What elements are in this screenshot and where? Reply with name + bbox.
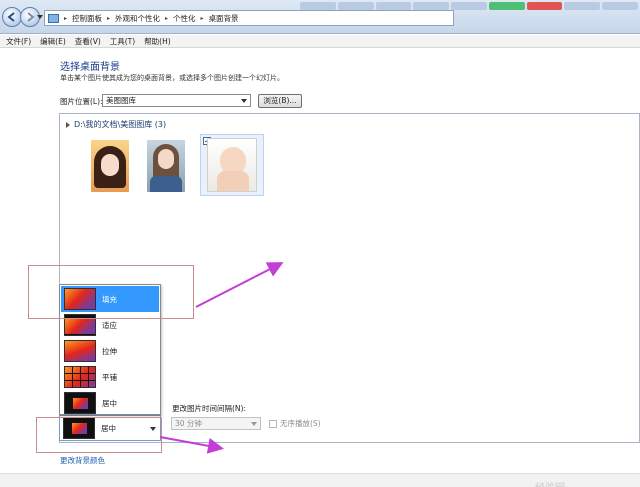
- menu-view[interactable]: 查看(V): [75, 36, 101, 47]
- arrow-left-icon: [7, 12, 15, 22]
- position-option-tile[interactable]: 平铺: [61, 364, 159, 390]
- browser-tab[interactable]: [602, 2, 639, 10]
- chevron-right-icon: ▸: [107, 14, 111, 22]
- thumbnail-photo-baby[interactable]: ✓: [200, 134, 264, 196]
- menu-bar: 文件(F) 编辑(E) 查看(V) 工具(T) 帮助(H): [0, 35, 640, 48]
- change-interval-value: 30 分钟: [175, 419, 202, 428]
- browser-tab[interactable]: [564, 2, 601, 10]
- browser-tab[interactable]: [300, 2, 336, 10]
- change-interval-label: 更改图片时间间隔(N):: [172, 404, 246, 413]
- option-label: 居中: [102, 398, 117, 408]
- folder-group-header[interactable]: D:\我的文档\美图图库 (3): [66, 119, 166, 130]
- arrow-right-icon: [27, 12, 35, 22]
- change-background-color-link[interactable]: 更改背景颜色: [60, 455, 105, 466]
- position-option-center[interactable]: 居中: [61, 390, 159, 416]
- address-bar: ▸ 控制面板 ▸ 外观和个性化 ▸ 个性化 ▸ 桌面背景: [0, 0, 640, 34]
- browse-button[interactable]: 浏览(B)...: [258, 94, 302, 108]
- chevron-down-icon: [251, 422, 257, 426]
- photo-image: [207, 138, 257, 192]
- breadcrumb-item[interactable]: 个性化: [173, 13, 196, 24]
- position-option-stretch[interactable]: 拉伸: [61, 338, 159, 364]
- photo-image: [91, 140, 129, 192]
- taskbar-tabs: [300, 2, 639, 10]
- menu-help[interactable]: 帮助(H): [144, 36, 171, 47]
- control-panel-icon: [48, 13, 59, 23]
- picture-location-select[interactable]: 美图图库: [102, 94, 251, 107]
- browser-tab[interactable]: [488, 2, 525, 10]
- breadcrumb[interactable]: ▸ 控制面板 ▸ 外观和个性化 ▸ 个性化 ▸ 桌面背景: [44, 10, 454, 26]
- browser-tab[interactable]: [337, 2, 374, 10]
- menu-tools[interactable]: 工具(T): [110, 36, 135, 47]
- change-interval-select[interactable]: 30 分钟: [171, 417, 261, 430]
- chevron-right-icon: ▸: [64, 14, 68, 22]
- menu-edit[interactable]: 编辑(E): [40, 36, 66, 47]
- position-stretch-icon: [64, 340, 96, 362]
- watermark: 经验网: [535, 479, 565, 487]
- breadcrumb-item[interactable]: 桌面背景: [209, 13, 239, 24]
- browser-tab[interactable]: [375, 2, 412, 10]
- shuffle-label: 无序播放(S): [280, 419, 321, 428]
- option-label: 拉伸: [102, 346, 117, 356]
- chevron-right-icon: ▸: [165, 14, 169, 22]
- thumbnail-photo-girl-denim[interactable]: [136, 136, 196, 196]
- thumbnail-photo-girl-orange[interactable]: [80, 136, 140, 196]
- option-label: 平铺: [102, 372, 117, 382]
- checkbox-box[interactable]: [269, 419, 277, 428]
- chevron-right-icon: ▸: [200, 14, 204, 22]
- browser-tab[interactable]: [526, 2, 563, 10]
- folder-path: D:\我的文档\美图图库 (3): [74, 120, 167, 129]
- option-label: 适应: [102, 320, 117, 330]
- history-dropdown-icon[interactable]: [37, 14, 43, 20]
- back-button[interactable]: [2, 7, 22, 27]
- browser-tab[interactable]: [451, 2, 487, 10]
- annotation-box-top: [28, 265, 194, 319]
- browser-tab[interactable]: [413, 2, 450, 10]
- chevron-down-icon: [241, 99, 247, 103]
- position-tile-icon: [64, 366, 96, 388]
- page-title: 选择桌面背景: [60, 62, 120, 73]
- photo-image: [147, 140, 185, 192]
- breadcrumb-item[interactable]: 控制面板: [72, 13, 102, 24]
- breadcrumb-item[interactable]: 外观和个性化: [115, 13, 160, 24]
- picture-location-value: 美图图库: [106, 96, 136, 105]
- shuffle-checkbox[interactable]: 无序播放(S): [269, 418, 321, 429]
- menu-file[interactable]: 文件(F): [6, 36, 31, 47]
- page-description: 单击某个图片使其成为您的桌面背景，或选择多个图片创建一个幻灯片。: [60, 74, 284, 82]
- expand-triangle-icon[interactable]: [66, 121, 70, 128]
- annotation-box-bottom: [36, 417, 162, 453]
- picture-location-label: 图片位置(L):: [60, 97, 103, 106]
- position-center-icon: [64, 392, 96, 414]
